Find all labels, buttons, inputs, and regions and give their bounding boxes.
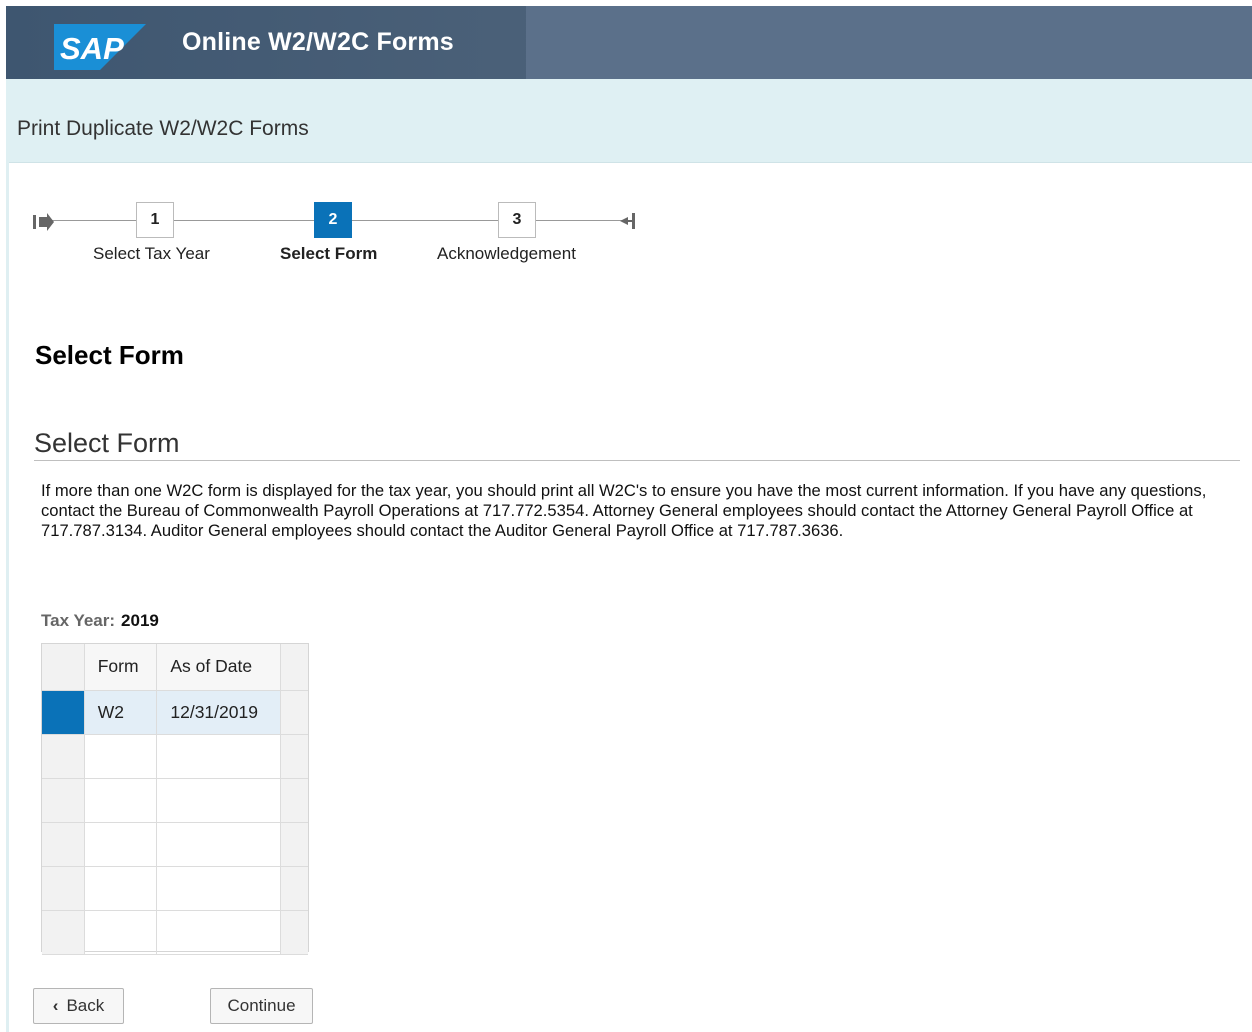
content-left-border <box>6 160 9 1032</box>
table-row-empty <box>42 822 308 867</box>
cell-empty <box>84 910 158 955</box>
roadmap-start-icon <box>33 213 54 231</box>
table-row[interactable]: W2 12/31/2019 <box>42 690 308 735</box>
cell-as-of-date[interactable]: 12/31/2019 <box>156 690 281 735</box>
chevron-left-icon: ‹ <box>52 996 59 1015</box>
scrollbar-area <box>280 644 308 691</box>
scrollbar-area <box>280 866 308 911</box>
cell-form[interactable]: W2 <box>84 690 158 735</box>
back-button[interactable]: ‹ Back <box>33 988 124 1024</box>
continue-button[interactable]: Continue <box>210 988 313 1024</box>
shell-header: SAP Online W2/W2C Forms <box>6 6 1252 79</box>
row-selector <box>42 866 85 911</box>
roadmap: 1 2 3 Select Tax Year Select Form Acknow… <box>30 200 650 270</box>
roadmap-connector <box>536 220 630 221</box>
section-title: Select Form <box>34 428 180 458</box>
tax-year-label: Tax Year: <box>41 611 116 630</box>
cell-empty <box>156 866 281 911</box>
roadmap-label-1[interactable]: Select Tax Year <box>93 244 210 264</box>
roadmap-end-icon <box>620 213 635 229</box>
row-selector <box>42 822 85 867</box>
roadmap-connector <box>174 220 314 221</box>
cell-empty <box>156 734 281 779</box>
roadmap-step-1[interactable]: 1 <box>136 202 174 238</box>
scrollbar-area <box>280 822 308 867</box>
cell-empty <box>156 910 281 955</box>
row-selector <box>42 910 85 955</box>
scrollbar-area <box>280 778 308 823</box>
column-header-as-of-date[interactable]: As of Date <box>156 644 281 691</box>
page-heading: Select Form <box>35 340 184 370</box>
sap-logo: SAP <box>54 24 146 70</box>
scrollbar-area <box>280 910 308 955</box>
row-selector <box>42 734 85 779</box>
cell-empty <box>84 866 158 911</box>
row-selector-header[interactable] <box>42 644 85 691</box>
column-header-form[interactable]: Form <box>84 644 158 691</box>
table-row-empty <box>42 910 308 955</box>
app-title: Online W2/W2C Forms <box>182 28 454 56</box>
forms-table: Form As of Date W2 12/31/2019 <box>41 643 309 955</box>
roadmap-connector <box>50 220 136 221</box>
scrollbar-area <box>280 734 308 779</box>
tax-year-value: 2019 <box>121 611 159 630</box>
back-button-label: Back <box>66 996 105 1015</box>
header-right-panel <box>526 6 1252 79</box>
page-subtitle: Print Duplicate W2/W2C Forms <box>17 117 309 140</box>
roadmap-step-3[interactable]: 3 <box>498 202 536 238</box>
info-text: If more than one W2C form is displayed f… <box>41 481 1207 540</box>
row-selector[interactable] <box>42 690 85 735</box>
roadmap-label-2[interactable]: Select Form <box>280 244 377 264</box>
table-row-empty <box>42 866 308 911</box>
sap-logo-text: SAP <box>60 31 124 66</box>
roadmap-label-3[interactable]: Acknowledgement <box>437 244 576 264</box>
roadmap-connector <box>352 220 498 221</box>
section-divider <box>34 460 1240 461</box>
tax-year-field: Tax Year: 2019 <box>41 611 159 631</box>
cell-empty <box>156 778 281 823</box>
row-selector <box>42 778 85 823</box>
roadmap-step-2[interactable]: 2 <box>314 202 352 238</box>
page-subheader: Print Duplicate W2/W2C Forms <box>6 79 1252 163</box>
cell-empty <box>156 822 281 867</box>
table-row-empty <box>42 734 308 779</box>
cell-empty <box>84 734 158 779</box>
cell-empty <box>84 778 158 823</box>
scrollbar-area <box>280 690 308 735</box>
table-header-row: Form As of Date <box>42 644 308 691</box>
cell-empty <box>84 822 158 867</box>
table-row-empty <box>42 778 308 823</box>
